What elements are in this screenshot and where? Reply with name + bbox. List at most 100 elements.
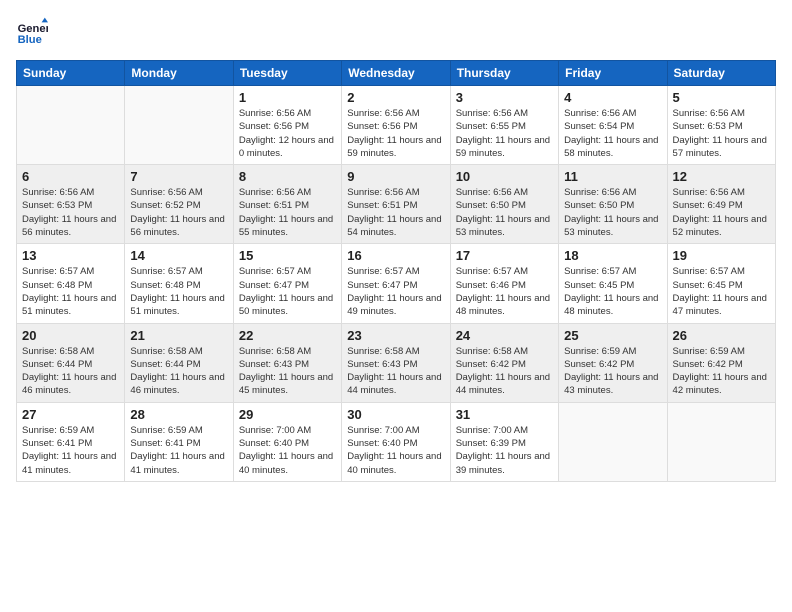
weekday-header-monday: Monday	[125, 61, 233, 86]
day-number: 14	[130, 248, 227, 263]
calendar-cell: 15 Sunrise: 6:57 AMSunset: 6:47 PMDayligh…	[233, 244, 341, 323]
weekday-header-tuesday: Tuesday	[233, 61, 341, 86]
svg-text:Blue: Blue	[18, 34, 42, 46]
day-number: 24	[456, 328, 553, 343]
day-info: Sunrise: 7:00 AMSunset: 6:40 PMDaylight:…	[239, 424, 336, 477]
calendar-cell: 30 Sunrise: 7:00 AMSunset: 6:40 PMDayligh…	[342, 402, 450, 481]
day-number: 5	[673, 90, 770, 105]
day-number: 26	[673, 328, 770, 343]
calendar-body: 1 Sunrise: 6:56 AMSunset: 6:56 PMDaylight…	[17, 86, 776, 482]
day-number: 16	[347, 248, 444, 263]
day-info: Sunrise: 6:56 AMSunset: 6:53 PMDaylight:…	[22, 186, 119, 239]
day-number: 11	[564, 169, 661, 184]
day-number: 31	[456, 407, 553, 422]
calendar-cell: 24 Sunrise: 6:58 AMSunset: 6:42 PMDayligh…	[450, 323, 558, 402]
day-number: 19	[673, 248, 770, 263]
weekday-header-wednesday: Wednesday	[342, 61, 450, 86]
day-info: Sunrise: 6:56 AMSunset: 6:51 PMDaylight:…	[347, 186, 444, 239]
day-number: 7	[130, 169, 227, 184]
calendar-cell: 13 Sunrise: 6:57 AMSunset: 6:48 PMDayligh…	[17, 244, 125, 323]
day-number: 18	[564, 248, 661, 263]
day-number: 22	[239, 328, 336, 343]
day-info: Sunrise: 6:56 AMSunset: 6:55 PMDaylight:…	[456, 107, 553, 160]
calendar-cell: 9 Sunrise: 6:56 AMSunset: 6:51 PMDaylight…	[342, 165, 450, 244]
calendar-cell: 23Sunrise: 6:58 AMSunset: 6:43 PMDayligh…	[342, 323, 450, 402]
calendar: SundayMondayTuesdayWednesdayThursdayFrid…	[16, 60, 776, 482]
day-number: 30	[347, 407, 444, 422]
calendar-cell: 1 Sunrise: 6:56 AMSunset: 6:56 PMDaylight…	[233, 86, 341, 165]
calendar-cell: 18 Sunrise: 6:57 AMSunset: 6:45 PMDayligh…	[559, 244, 667, 323]
calendar-cell: 8Sunrise: 6:56 AMSunset: 6:51 PMDaylight…	[233, 165, 341, 244]
logo-icon: General Blue	[16, 16, 48, 48]
calendar-cell	[667, 402, 775, 481]
day-info: Sunrise: 6:56 AMSunset: 6:52 PMDaylight:…	[130, 186, 227, 239]
day-info: Sunrise: 6:58 AMSunset: 6:43 PMDaylight:…	[239, 345, 336, 398]
day-number: 15	[239, 248, 336, 263]
day-info: Sunrise: 6:57 AMSunset: 6:47 PMDaylight:…	[347, 265, 444, 318]
weekday-header-friday: Friday	[559, 61, 667, 86]
weekday-header-sunday: Sunday	[17, 61, 125, 86]
day-info: Sunrise: 6:56 AMSunset: 6:56 PMDaylight:…	[347, 107, 444, 160]
day-info: Sunrise: 6:57 AMSunset: 6:47 PMDaylight:…	[239, 265, 336, 318]
day-number: 20	[22, 328, 119, 343]
calendar-cell: 6 Sunrise: 6:56 AMSunset: 6:53 PMDaylight…	[17, 165, 125, 244]
calendar-cell: 16 Sunrise: 6:57 AMSunset: 6:47 PMDayligh…	[342, 244, 450, 323]
calendar-week-row: 6 Sunrise: 6:56 AMSunset: 6:53 PMDaylight…	[17, 165, 776, 244]
weekday-header-saturday: Saturday	[667, 61, 775, 86]
calendar-cell: 2Sunrise: 6:56 AMSunset: 6:56 PMDaylight…	[342, 86, 450, 165]
day-number: 27	[22, 407, 119, 422]
day-info: Sunrise: 6:58 AMSunset: 6:44 PMDaylight:…	[130, 345, 227, 398]
calendar-cell: 19Sunrise: 6:57 AMSunset: 6:45 PMDayligh…	[667, 244, 775, 323]
day-number: 29	[239, 407, 336, 422]
day-info: Sunrise: 6:56 AMSunset: 6:54 PMDaylight:…	[564, 107, 661, 160]
calendar-cell: 4Sunrise: 6:56 AMSunset: 6:54 PMDaylight…	[559, 86, 667, 165]
calendar-week-row: 13 Sunrise: 6:57 AMSunset: 6:48 PMDayligh…	[17, 244, 776, 323]
day-info: Sunrise: 6:57 AMSunset: 6:48 PMDaylight:…	[22, 265, 119, 318]
day-number: 12	[673, 169, 770, 184]
calendar-cell: 21 Sunrise: 6:58 AMSunset: 6:44 PMDayligh…	[125, 323, 233, 402]
day-info: Sunrise: 6:56 AMSunset: 6:53 PMDaylight:…	[673, 107, 770, 160]
day-info: Sunrise: 6:59 AMSunset: 6:41 PMDaylight:…	[22, 424, 119, 477]
day-info: Sunrise: 6:58 AMSunset: 6:43 PMDaylight:…	[347, 345, 444, 398]
calendar-cell: 14 Sunrise: 6:57 AMSunset: 6:48 PMDayligh…	[125, 244, 233, 323]
calendar-cell: 10 Sunrise: 6:56 AMSunset: 6:50 PMDayligh…	[450, 165, 558, 244]
day-info: Sunrise: 6:58 AMSunset: 6:44 PMDaylight:…	[22, 345, 119, 398]
calendar-cell: 27 Sunrise: 6:59 AMSunset: 6:41 PMDayligh…	[17, 402, 125, 481]
logo: General Blue	[16, 16, 52, 48]
day-number: 6	[22, 169, 119, 184]
day-info: Sunrise: 6:56 AMSunset: 6:56 PMDaylight:…	[239, 107, 336, 160]
day-number: 10	[456, 169, 553, 184]
day-info: Sunrise: 6:56 AMSunset: 6:50 PMDaylight:…	[564, 186, 661, 239]
day-info: Sunrise: 6:58 AMSunset: 6:42 PMDaylight:…	[456, 345, 553, 398]
day-number: 9	[347, 169, 444, 184]
calendar-cell	[17, 86, 125, 165]
weekday-header-thursday: Thursday	[450, 61, 558, 86]
day-number: 25	[564, 328, 661, 343]
calendar-cell: 26 Sunrise: 6:59 AMSunset: 6:42 PMDayligh…	[667, 323, 775, 402]
day-info: Sunrise: 6:57 AMSunset: 6:48 PMDaylight:…	[130, 265, 227, 318]
calendar-cell: 28Sunrise: 6:59 AMSunset: 6:41 PMDayligh…	[125, 402, 233, 481]
day-info: Sunrise: 6:59 AMSunset: 6:42 PMDaylight:…	[673, 345, 770, 398]
calendar-week-row: 1 Sunrise: 6:56 AMSunset: 6:56 PMDaylight…	[17, 86, 776, 165]
day-number: 28	[130, 407, 227, 422]
day-info: Sunrise: 6:57 AMSunset: 6:46 PMDaylight:…	[456, 265, 553, 318]
day-info: Sunrise: 7:00 AMSunset: 6:40 PMDaylight:…	[347, 424, 444, 477]
calendar-cell: 31Sunrise: 7:00 AMSunset: 6:39 PMDayligh…	[450, 402, 558, 481]
calendar-cell: 25Sunrise: 6:59 AMSunset: 6:42 PMDayligh…	[559, 323, 667, 402]
day-number: 1	[239, 90, 336, 105]
day-info: Sunrise: 6:57 AMSunset: 6:45 PMDaylight:…	[564, 265, 661, 318]
day-number: 3	[456, 90, 553, 105]
calendar-cell	[559, 402, 667, 481]
calendar-cell: 20 Sunrise: 6:58 AMSunset: 6:44 PMDayligh…	[17, 323, 125, 402]
day-number: 13	[22, 248, 119, 263]
calendar-cell: 5 Sunrise: 6:56 AMSunset: 6:53 PMDaylight…	[667, 86, 775, 165]
calendar-cell: 17Sunrise: 6:57 AMSunset: 6:46 PMDayligh…	[450, 244, 558, 323]
day-info: Sunrise: 6:56 AMSunset: 6:50 PMDaylight:…	[456, 186, 553, 239]
calendar-week-row: 20 Sunrise: 6:58 AMSunset: 6:44 PMDayligh…	[17, 323, 776, 402]
calendar-cell: 7 Sunrise: 6:56 AMSunset: 6:52 PMDaylight…	[125, 165, 233, 244]
calendar-cell: 12Sunrise: 6:56 AMSunset: 6:49 PMDayligh…	[667, 165, 775, 244]
calendar-cell: 3 Sunrise: 6:56 AMSunset: 6:55 PMDaylight…	[450, 86, 558, 165]
day-info: Sunrise: 6:56 AMSunset: 6:51 PMDaylight:…	[239, 186, 336, 239]
day-number: 21	[130, 328, 227, 343]
calendar-week-row: 27 Sunrise: 6:59 AMSunset: 6:41 PMDayligh…	[17, 402, 776, 481]
